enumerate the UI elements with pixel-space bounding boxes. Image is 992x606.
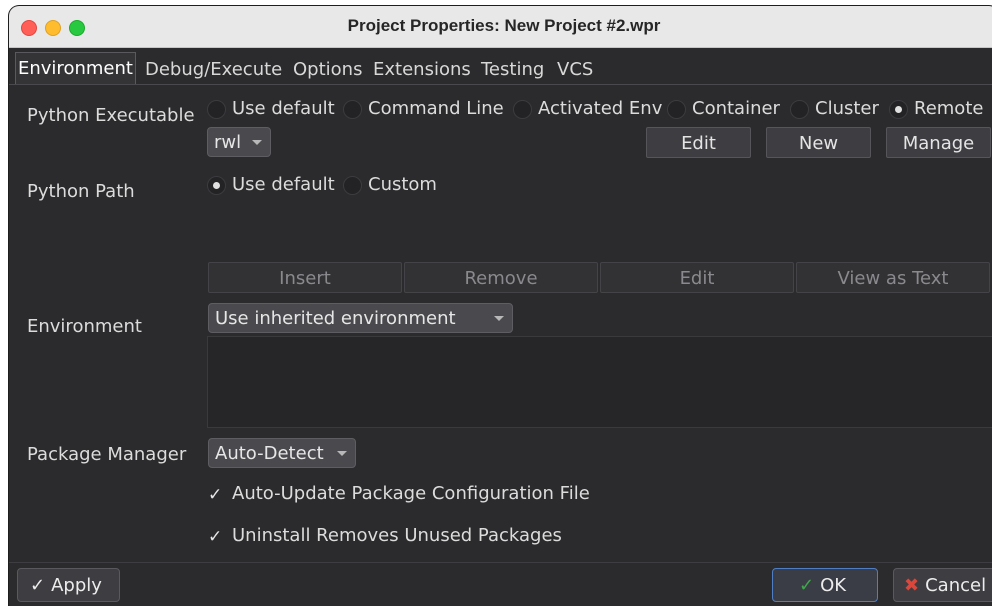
view-as-text-button[interactable]: View as Text [796, 262, 990, 293]
edit-path-button[interactable]: Edit [600, 262, 794, 293]
edit-remote-button[interactable]: Edit [646, 127, 751, 158]
radio-button[interactable] [790, 100, 809, 119]
radio-button[interactable] [667, 100, 686, 119]
ok-label: OK [820, 575, 847, 596]
package-manager-select[interactable]: Auto-Detect [208, 438, 356, 468]
tab-bar: Environment Debug/Execute Options Extens… [9, 48, 992, 85]
radio-button[interactable] [343, 100, 362, 119]
tab-divider [9, 84, 992, 85]
environment-select[interactable]: Use inherited environment [208, 303, 513, 333]
manage-remote-button[interactable]: Manage [886, 127, 991, 158]
checkbox-label: Uninstall Removes Unused Packages [232, 525, 562, 546]
title-bar: Project Properties: New Project #2.wpr [9, 6, 992, 48]
package-manager-value: Auto-Detect [215, 443, 324, 464]
environment-label: Environment [27, 316, 142, 337]
window-title: Project Properties: New Project #2.wpr [347, 16, 661, 35]
radio-label: Activated Env [538, 98, 663, 119]
cancel-label: Cancel [925, 575, 987, 596]
checkbox-label: Auto-Update Package Configuration File [232, 483, 590, 504]
project-properties-dialog: Project Properties: New Project #2.wpr E… [9, 6, 992, 606]
chevron-down-icon [494, 316, 504, 321]
insert-path-button[interactable]: Insert [208, 262, 402, 293]
tab-testing[interactable]: Testing [479, 56, 546, 84]
apply-label: Apply [51, 575, 102, 596]
remote-host-value: rwl [214, 132, 242, 153]
tab-vcs[interactable]: VCS [555, 56, 595, 84]
radio-label: Use default [232, 98, 335, 119]
remove-path-button[interactable]: Remove [404, 262, 598, 293]
environment-select-value: Use inherited environment [215, 308, 456, 329]
radio-button[interactable] [207, 100, 226, 119]
radio-label: Cluster [815, 98, 879, 119]
python-executable-label: Python Executable [27, 105, 195, 126]
footer-divider [9, 562, 992, 563]
cancel-button[interactable]: ✖ Cancel [893, 568, 992, 602]
x-icon: ✖ [904, 575, 920, 596]
tab-debug-execute[interactable]: Debug/Execute [143, 56, 284, 84]
package-manager-label: Package Manager [27, 444, 187, 465]
checkmark-icon: ✓ [208, 485, 223, 505]
radio-label: Command Line [368, 98, 504, 119]
tab-extensions[interactable]: Extensions [371, 56, 473, 84]
remote-host-select[interactable]: rwl [207, 127, 271, 157]
radio-label: Remote [914, 98, 984, 119]
check-icon: ✓ [799, 575, 815, 596]
radio-label: Custom [368, 174, 437, 195]
check-icon: ✓ [30, 575, 46, 596]
tab-options[interactable]: Options [291, 56, 364, 84]
python-path-label: Python Path [27, 181, 135, 202]
apply-button[interactable]: ✓ Apply [17, 568, 120, 602]
radio-button[interactable] [343, 176, 362, 195]
radio-button[interactable] [207, 176, 226, 195]
chevron-down-icon [252, 140, 262, 145]
radio-button[interactable] [513, 100, 532, 119]
radio-label: Use default [232, 174, 335, 195]
environment-variables-text-area[interactable] [207, 336, 992, 428]
checkmark-icon: ✓ [208, 527, 223, 547]
ok-button[interactable]: ✓ OK [772, 568, 878, 602]
chevron-down-icon [337, 451, 347, 456]
radio-label: Container [692, 98, 780, 119]
new-remote-button[interactable]: New [766, 127, 871, 158]
radio-button[interactable] [889, 100, 908, 119]
tab-environment[interactable]: Environment [15, 52, 136, 85]
